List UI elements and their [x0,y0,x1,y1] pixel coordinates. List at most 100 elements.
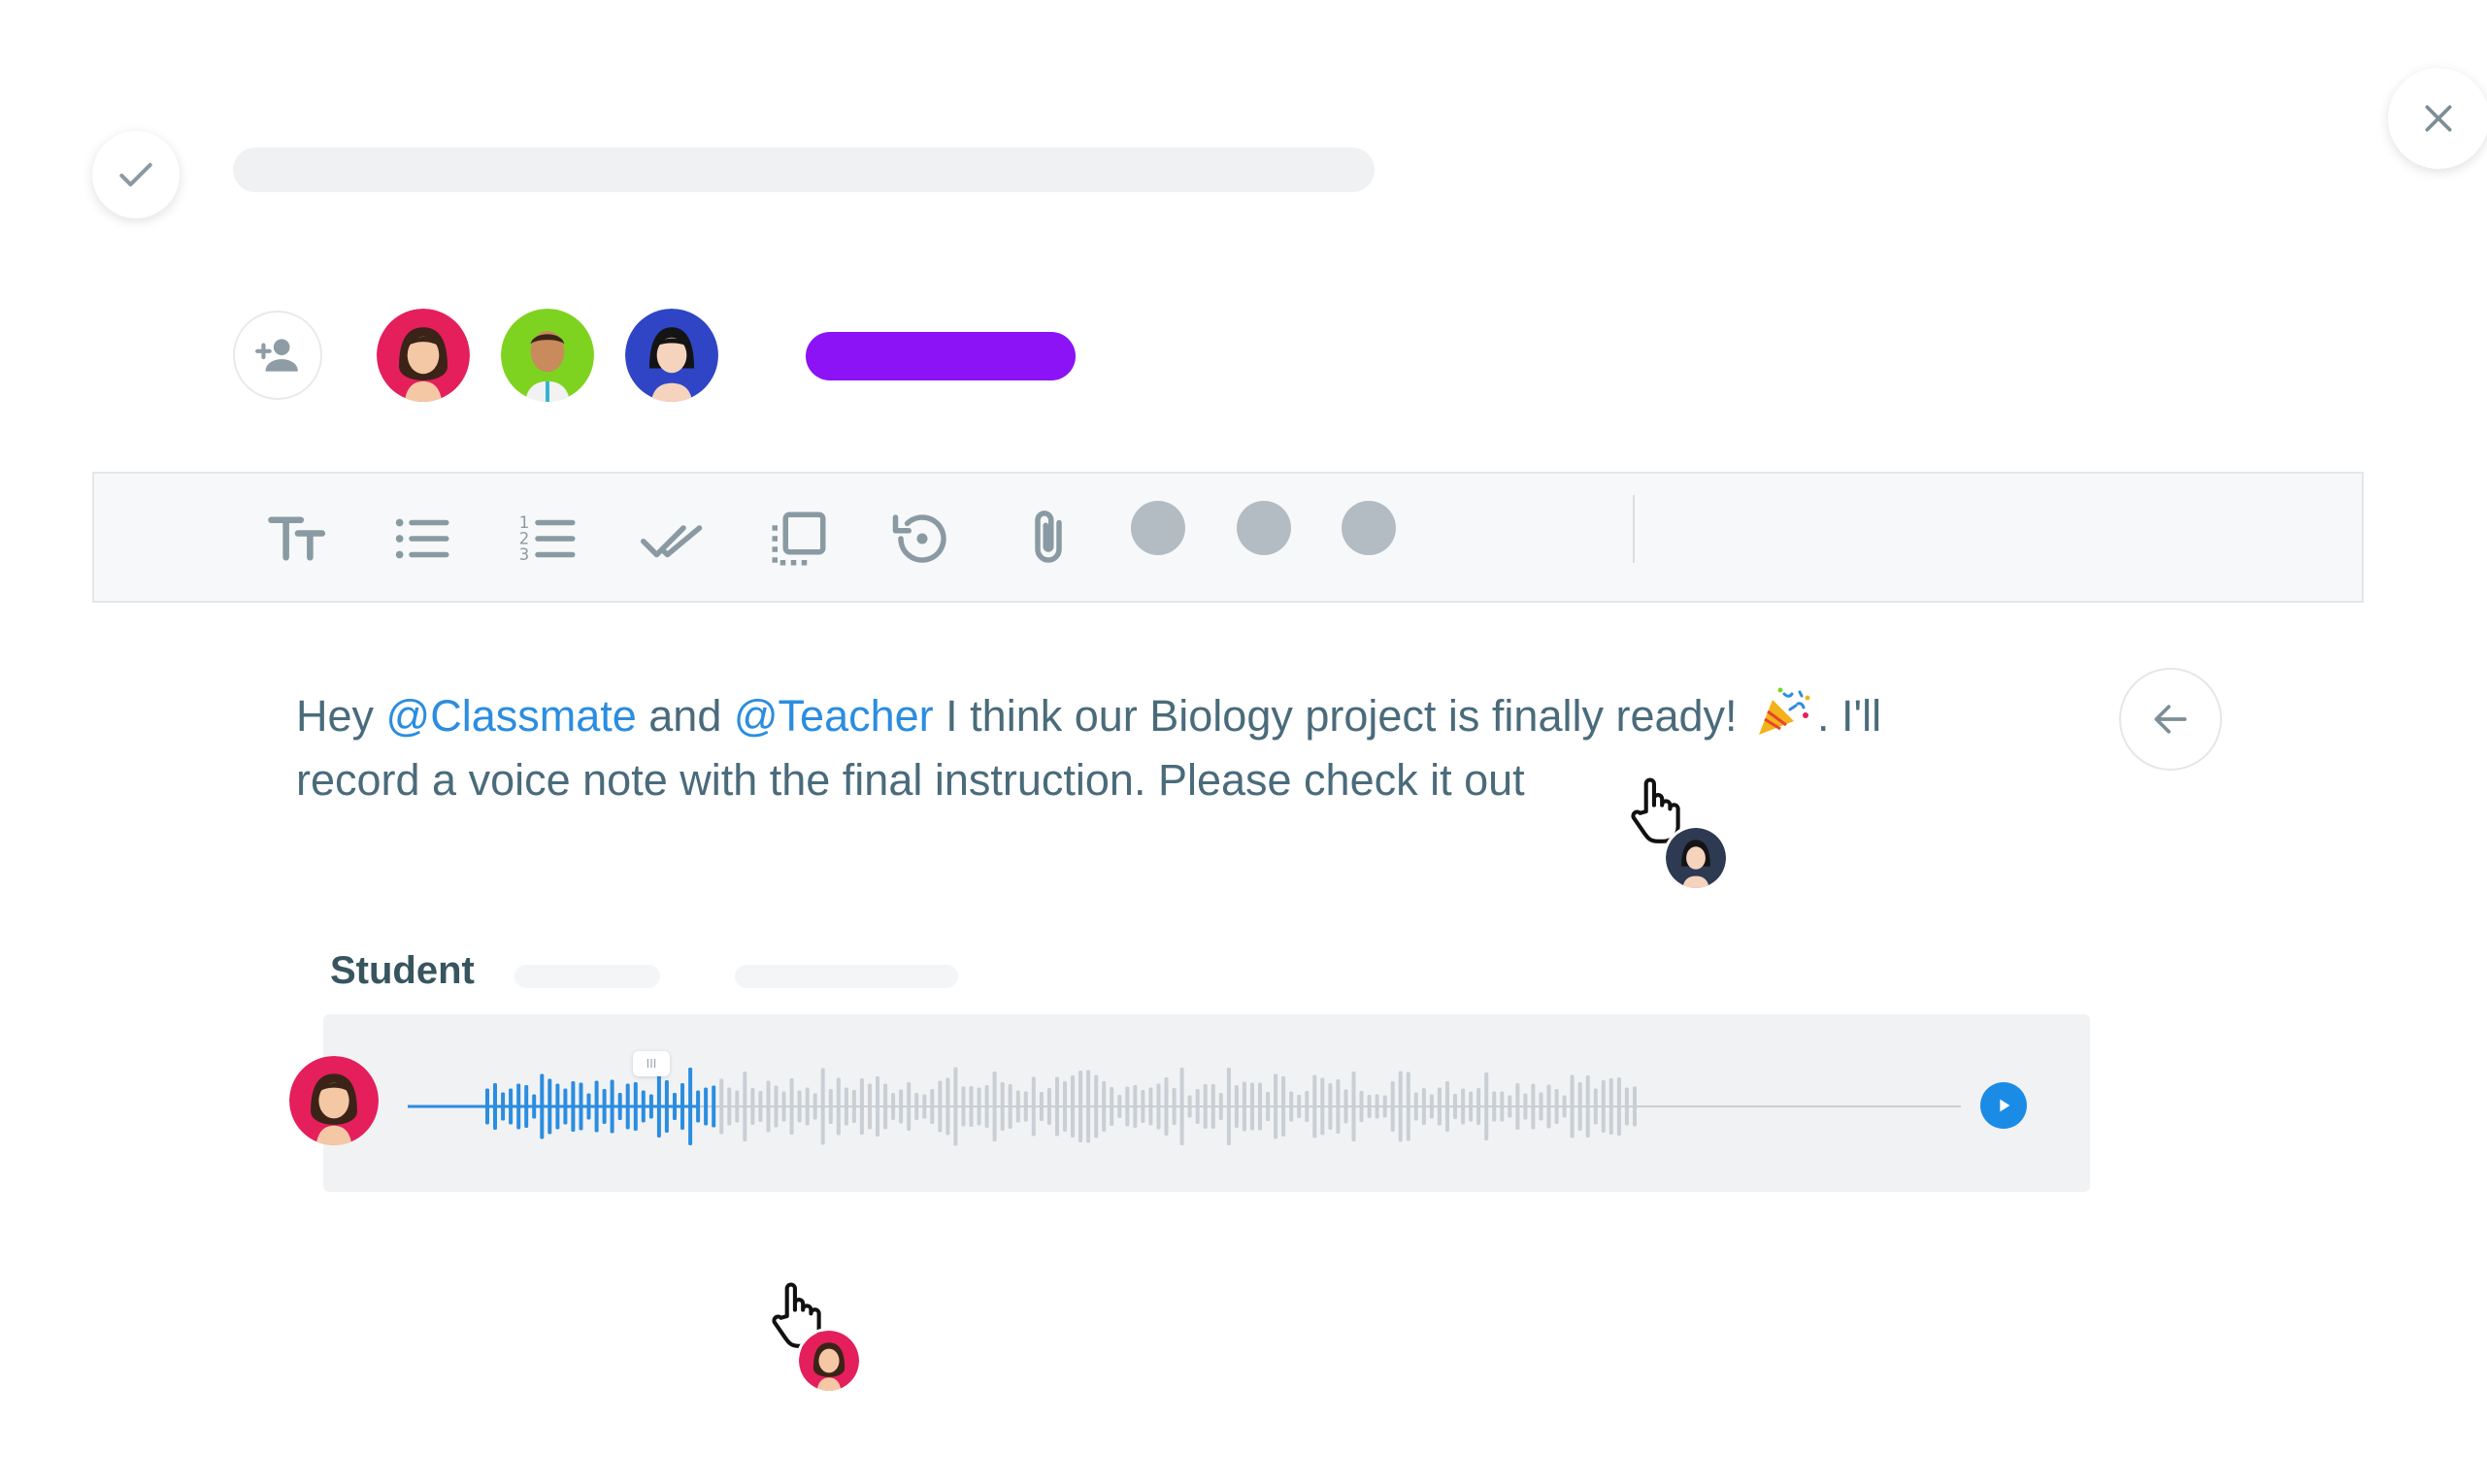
waveform-bar [1437,1087,1442,1126]
waveform-bar [1445,1081,1449,1132]
collaborator-cursor [767,1281,874,1394]
numbered-list-button[interactable]: 1 2 3 [514,505,582,573]
waveform-bar [602,1089,607,1124]
waveform-bar [501,1092,506,1121]
waveform-bar [1289,1091,1294,1122]
waveform-bar [1601,1080,1606,1133]
waveform-bar [1071,1075,1075,1138]
waveform-bar [868,1083,872,1130]
copy-button[interactable] [765,505,833,573]
waveform-bar [1023,1091,1028,1122]
waveform-bar [758,1091,763,1122]
toolbar-option-dot[interactable] [1131,501,1185,555]
waveform-bar [1031,1076,1036,1137]
status-tag[interactable] [806,332,1076,380]
waveform-bar [883,1083,888,1130]
waveform-bar [1320,1077,1325,1136]
waveform-bar [1461,1088,1466,1125]
waveform-bar [563,1088,568,1125]
waveform-bar [1593,1088,1598,1125]
waveform-bar [984,1085,989,1128]
waveform-bar [656,1075,661,1138]
waveform-bar [524,1085,529,1128]
waveform-bar [1562,1095,1567,1118]
waveform-bar [547,1078,552,1135]
checklist-icon [641,525,703,558]
message-part: Hey [296,691,386,741]
waveform-bar [633,1082,638,1131]
waveform-bar [812,1093,817,1120]
mention-classmate[interactable]: @Classmate [386,691,637,741]
waveform-bar [961,1086,966,1127]
waveform-bar [1413,1092,1418,1121]
waveform-bar [876,1076,879,1137]
waveform-bar [1102,1081,1107,1132]
waveform-bar [727,1087,732,1126]
waveform-bar [1039,1092,1044,1121]
task-title-placeholder[interactable] [233,148,1375,192]
member-avatar-2[interactable] [501,309,594,402]
waveform-bar [1297,1095,1302,1118]
waveform-bar [664,1080,669,1133]
scrub-handle[interactable]: III [633,1051,670,1076]
waveform-bar [648,1094,653,1119]
waveform-bar [1469,1091,1474,1122]
member-avatar-1[interactable] [377,309,470,402]
svg-text:3: 3 [519,545,530,564]
waveform-bar [735,1090,740,1123]
waveform-bar [1008,1084,1012,1129]
waveform-bar [1608,1078,1613,1135]
waveform-bar [696,1090,701,1123]
waveform-bar [1210,1084,1215,1129]
close-button[interactable] [2388,68,2487,169]
waveform-bar [1312,1074,1317,1138]
waveform-bar [789,1078,794,1135]
waveform-bar [766,1080,771,1133]
play-icon [2000,1099,2010,1112]
numbered-list-icon: 1 2 3 [519,513,576,564]
waveform-bar [493,1083,497,1130]
waveform-bar [1633,1086,1637,1127]
waveform-bar [1187,1095,1192,1118]
text-size-button[interactable] [264,505,332,573]
waveform-bar [1367,1095,1372,1118]
waveform-bar [641,1090,646,1123]
checklist-button[interactable] [639,505,707,573]
waveform-bar [992,1072,997,1141]
complete-task-button[interactable] [92,131,180,218]
bullet-list-button[interactable] [388,505,456,573]
waveform-bar [797,1090,802,1123]
waveform-bar [922,1094,927,1119]
waveform-bar [1351,1072,1356,1141]
toolbar-option-dot[interactable] [1237,501,1291,555]
message-text[interactable]: Hey @Classmate and @Teacher I think our … [296,684,2005,812]
waveform-bar [586,1093,591,1120]
waveform-bar [516,1083,521,1130]
waveform-bar [1554,1089,1559,1124]
waveform-bar [1195,1089,1200,1124]
play-button[interactable] [1980,1082,2027,1129]
waveform-bar [610,1079,614,1134]
waveform-bar [907,1082,912,1131]
toolbar-divider [1633,495,1635,563]
history-button[interactable] [888,505,956,573]
attachment-button[interactable] [1014,505,1082,573]
close-icon [2425,105,2452,132]
waveform-bar [1359,1091,1364,1122]
waveform-bar [1453,1094,1457,1119]
waveform-bar [532,1094,537,1119]
voice-note-avatar [289,1056,379,1145]
waveform-bar [1266,1092,1271,1121]
waveform-bar [1421,1088,1426,1125]
waveform-bar [891,1093,896,1120]
back-button[interactable] [2119,668,2222,771]
waveform-bar [805,1087,810,1126]
waveform-bar [836,1077,841,1136]
waveform-bar [1063,1081,1067,1132]
copy-icon [772,511,826,566]
toolbar-option-dot[interactable] [1342,501,1396,555]
waveform-bar [930,1089,935,1124]
mention-teacher[interactable]: @Teacher [734,691,934,741]
add-member-button[interactable] [233,311,322,400]
member-avatar-3[interactable] [625,309,718,402]
